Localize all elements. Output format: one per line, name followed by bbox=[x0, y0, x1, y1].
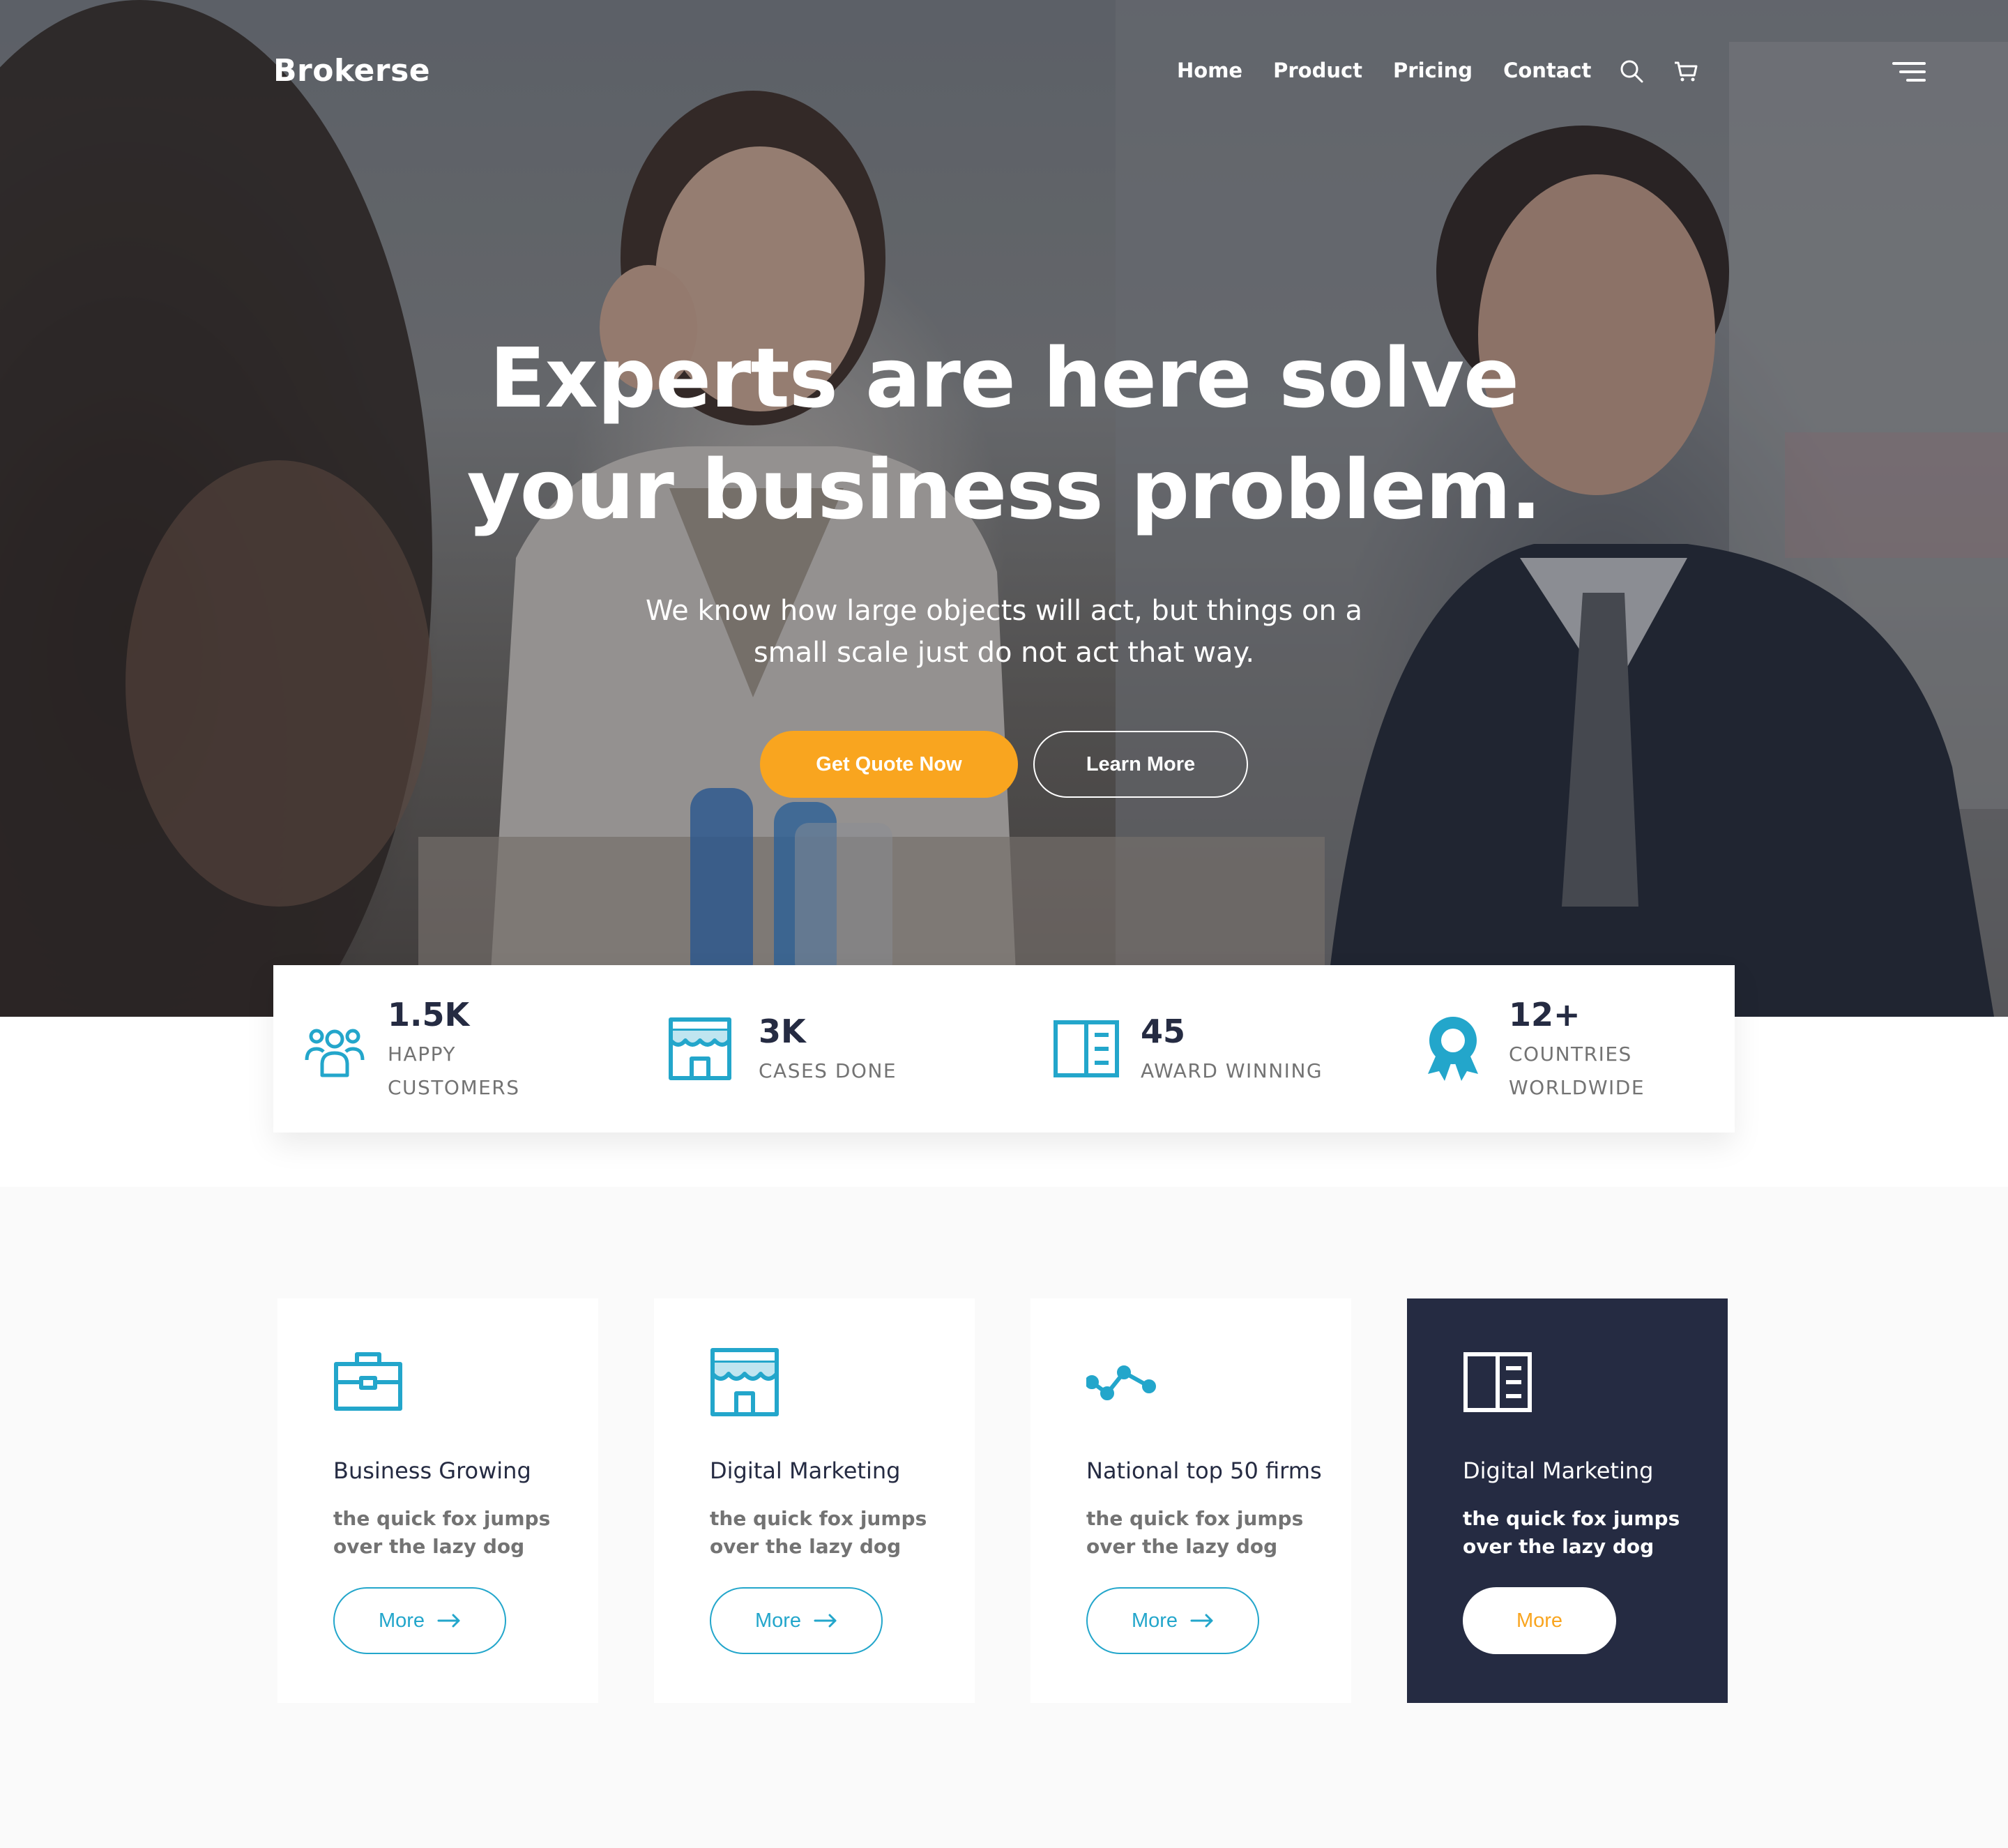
trend-icon bbox=[1085, 1347, 1156, 1417]
nav-item-home[interactable]: Home bbox=[1177, 59, 1242, 82]
feature-card-business-growing: Business Growing the quick fox jumps over… bbox=[277, 1298, 598, 1703]
more-button-label: More bbox=[1131, 1609, 1178, 1632]
stat-label-line1: COUNTRIES bbox=[1509, 1043, 1632, 1066]
more-button[interactable]: More bbox=[1086, 1587, 1259, 1654]
stat-label-line2: CUSTOMERS bbox=[388, 1076, 520, 1099]
card-text-line2: over the lazy dog bbox=[1086, 1535, 1278, 1558]
stat-label-line1: CASES DONE bbox=[759, 1059, 897, 1082]
nav-item-contact[interactable]: Contact bbox=[1503, 59, 1591, 82]
learn-more-button[interactable]: Learn More bbox=[1033, 731, 1248, 798]
brand-logo[interactable]: Brokerse bbox=[273, 53, 430, 89]
award-icon bbox=[1420, 1015, 1486, 1082]
card-text-line1: the quick fox jumps bbox=[333, 1507, 551, 1530]
stat-cases-done: 3K CASES DONE bbox=[650, 965, 1012, 1133]
stat-value: 3K bbox=[759, 1013, 806, 1050]
card-text: the quick fox jumps over the lazy dog bbox=[710, 1505, 947, 1561]
more-button[interactable]: More bbox=[710, 1587, 883, 1654]
feature-card-national-top-50: National top 50 firms the quick fox jump… bbox=[1030, 1298, 1351, 1703]
briefcase-icon bbox=[333, 1347, 403, 1417]
nav-item-pricing[interactable]: Pricing bbox=[1393, 59, 1473, 82]
hero-section: Brokerse Home Product Pricing Contact Ex… bbox=[0, 0, 2008, 1017]
hero-title-line2: your business problem. bbox=[466, 441, 1542, 538]
feature-card-digital-marketing-highlighted: Digital Marketing the quick fox jumps ove… bbox=[1407, 1298, 1728, 1703]
card-text-line2: over the lazy dog bbox=[710, 1535, 902, 1558]
top-navigation: Brokerse Home Product Pricing Contact bbox=[0, 0, 2008, 146]
store-icon bbox=[667, 1015, 733, 1082]
stat-label-line1: HAPPY bbox=[388, 1043, 456, 1066]
card-title: Digital Marketing bbox=[1463, 1457, 1654, 1484]
card-text: the quick fox jumps over the lazy dog bbox=[1086, 1505, 1323, 1561]
stat-countries-worldwide: 12+ COUNTRIES WORLDWIDE bbox=[1403, 965, 1735, 1133]
stats-bar: 1.5K HAPPY CUSTOMERS 3K CASES DONE 45 AW… bbox=[273, 965, 1735, 1133]
stat-label-line1: AWARD WINNING bbox=[1141, 1059, 1323, 1082]
card-text-line2: over the lazy dog bbox=[333, 1535, 525, 1558]
main-menu: Home Product Pricing Contact bbox=[1177, 59, 1591, 82]
book-icon bbox=[1053, 1015, 1120, 1082]
arrow-right-icon bbox=[814, 1614, 837, 1628]
more-button[interactable]: More bbox=[1463, 1587, 1616, 1654]
card-title: National top 50 firms bbox=[1086, 1457, 1322, 1484]
search-icon[interactable] bbox=[1618, 57, 1645, 85]
feature-card-digital-marketing: Digital Marketing the quick fox jumps ove… bbox=[654, 1298, 975, 1703]
card-title: Digital Marketing bbox=[710, 1457, 901, 1484]
more-button-label: More bbox=[378, 1609, 425, 1632]
stat-award-winning: 45 AWARD WINNING bbox=[1026, 965, 1389, 1133]
users-icon bbox=[301, 1015, 368, 1082]
card-text-line1: the quick fox jumps bbox=[710, 1507, 927, 1530]
cart-icon[interactable] bbox=[1672, 57, 1700, 85]
book-icon bbox=[1463, 1347, 1532, 1417]
stat-value: 12+ bbox=[1509, 996, 1581, 1033]
card-title: Business Growing bbox=[333, 1457, 531, 1484]
menu-icon[interactable] bbox=[1892, 61, 1926, 82]
stat-happy-customers: 1.5K HAPPY CUSTOMERS bbox=[273, 965, 636, 1133]
more-button-label: More bbox=[1516, 1609, 1563, 1632]
nav-item-product[interactable]: Product bbox=[1273, 59, 1362, 82]
card-text-line1: the quick fox jumps bbox=[1463, 1507, 1680, 1530]
card-text: the quick fox jumps over the lazy dog bbox=[1463, 1505, 1700, 1561]
hero-subtitle-line2: small scale just do not act that way. bbox=[753, 637, 1255, 669]
card-text-line2: over the lazy dog bbox=[1463, 1535, 1655, 1558]
card-text: the quick fox jumps over the lazy dog bbox=[333, 1505, 570, 1561]
arrow-right-icon bbox=[437, 1614, 460, 1628]
arrow-right-icon bbox=[1190, 1614, 1213, 1628]
more-button-label: More bbox=[754, 1609, 802, 1632]
hero-title: Experts are here solve your business pro… bbox=[307, 322, 1701, 545]
more-button[interactable]: More bbox=[333, 1587, 506, 1654]
hero-title-line1: Experts are here solve bbox=[489, 330, 1519, 426]
card-text-line1: the quick fox jumps bbox=[1086, 1507, 1304, 1530]
get-quote-button[interactable]: Get Quote Now bbox=[760, 731, 1018, 798]
stat-value: 1.5K bbox=[388, 996, 470, 1033]
store-icon bbox=[710, 1347, 779, 1417]
hero-subtitle: We know how large objects will act, but … bbox=[586, 590, 1422, 674]
stat-label-line2: WORLDWIDE bbox=[1509, 1076, 1645, 1099]
hero-subtitle-line1: We know how large objects will act, but … bbox=[645, 595, 1363, 627]
stat-value: 45 bbox=[1141, 1013, 1186, 1050]
